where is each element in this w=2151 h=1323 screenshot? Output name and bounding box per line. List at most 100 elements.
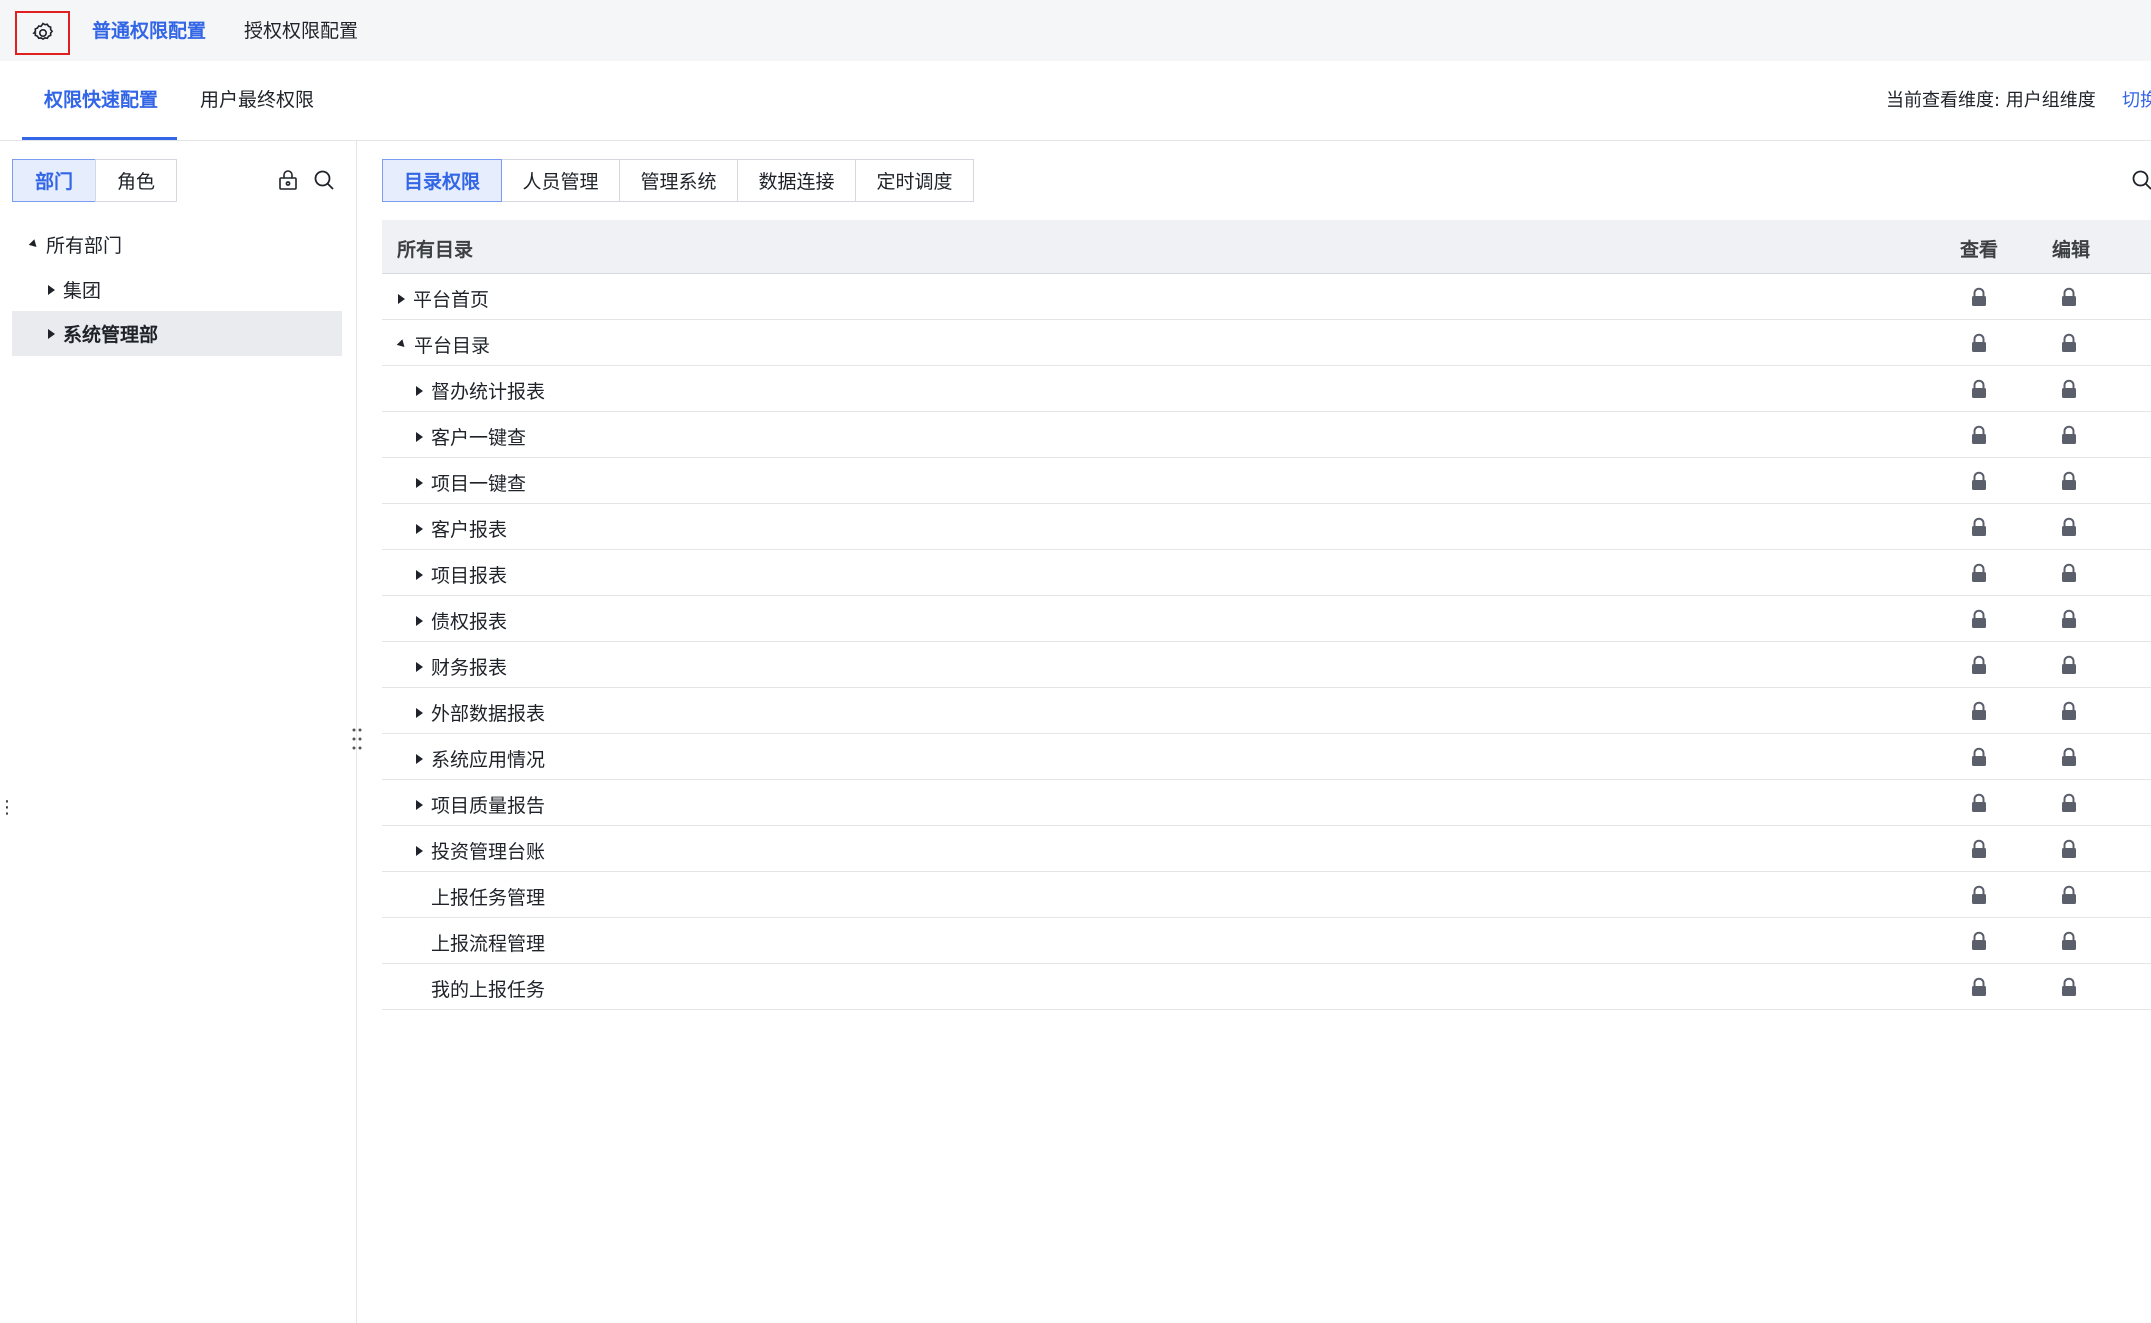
tab-personnel-management[interactable]: 人员管理	[502, 159, 620, 202]
table-row[interactable]: 系统应用情况	[382, 734, 2151, 780]
search-icon[interactable]	[2130, 168, 2151, 192]
edit-lock-icon[interactable]	[2060, 379, 2078, 399]
view-lock-icon[interactable]	[1970, 471, 1988, 491]
expand-arrow-icon[interactable]	[416, 753, 423, 764]
collapse-arrow-icon[interactable]	[396, 339, 408, 350]
table-row[interactable]: 投资管理台账	[382, 826, 2151, 872]
expand-arrow-icon[interactable]	[416, 661, 423, 672]
view-lock-icon[interactable]	[1970, 839, 1988, 859]
view-lock-icon[interactable]	[1970, 333, 1988, 353]
view-lock-icon[interactable]	[1970, 655, 1988, 675]
segment-role[interactable]: 角色	[95, 159, 177, 202]
tab-scheduled-task[interactable]: 定时调度	[856, 159, 974, 202]
directory-name-cell: 我的上报任务	[416, 975, 545, 1002]
sub-nav-bar: 权限快速配置 用户最终权限 当前查看维度: 用户组维度 切换	[0, 61, 2151, 141]
tab-label: 目录权限	[403, 171, 480, 193]
view-lock-icon[interactable]	[1970, 425, 1988, 445]
table-row[interactable]: 债权报表	[382, 596, 2151, 642]
edit-lock-icon[interactable]	[2060, 931, 2078, 951]
edit-lock-icon[interactable]	[2060, 425, 2078, 445]
edit-lock-icon[interactable]	[2060, 287, 2078, 307]
expand-arrow-icon[interactable]	[416, 523, 423, 534]
expand-arrow-icon[interactable]	[48, 328, 55, 339]
view-lock-icon[interactable]	[1970, 287, 1988, 307]
expand-arrow-icon[interactable]	[416, 707, 423, 718]
table-row[interactable]: 客户一键查	[382, 412, 2151, 458]
expand-arrow-icon[interactable]	[416, 799, 423, 810]
tab-user-final-permission[interactable]: 用户最终权限	[200, 88, 314, 112]
table-row[interactable]: 我的上报任务	[382, 964, 2151, 1010]
view-lock-icon[interactable]	[1970, 885, 1988, 905]
expand-arrow-icon[interactable]	[416, 615, 423, 626]
tab-normal-permission-config[interactable]: 普通权限配置	[92, 19, 206, 43]
expand-arrow-icon[interactable]	[416, 569, 423, 580]
tab-management-system[interactable]: 管理系统	[620, 159, 738, 202]
view-lock-icon[interactable]	[1970, 793, 1988, 813]
tab-data-connection[interactable]: 数据连接	[738, 159, 856, 202]
table-row[interactable]: 平台目录	[382, 320, 2151, 366]
edit-lock-icon[interactable]	[2060, 747, 2078, 767]
collapse-arrow-icon[interactable]	[28, 239, 40, 250]
edit-lock-icon[interactable]	[2060, 793, 2078, 813]
view-lock-icon[interactable]	[1970, 379, 1988, 399]
edit-lock-icon[interactable]	[2060, 471, 2078, 491]
directory-name-cell: 上报任务管理	[416, 883, 545, 910]
view-lock-icon[interactable]	[1970, 747, 1988, 767]
view-lock-icon[interactable]	[1970, 517, 1988, 537]
segment-department[interactable]: 部门	[12, 159, 96, 202]
table-row[interactable]: 上报流程管理	[382, 918, 2151, 964]
table-row[interactable]: 上报任务管理	[382, 872, 2151, 918]
view-lock-icon[interactable]	[1970, 977, 1988, 997]
directory-label: 平台首页	[413, 289, 490, 311]
directory-name-cell: 项目报表	[416, 561, 507, 588]
tree-node-all-departments[interactable]: 所有部门	[12, 222, 342, 267]
expand-arrow-icon[interactable]	[416, 845, 423, 856]
directory-name-cell: 财务报表	[416, 653, 507, 680]
expand-arrow-icon[interactable]	[416, 385, 423, 396]
expand-arrow-icon[interactable]	[48, 284, 55, 295]
left-edge-drag-handle[interactable]: ⋮	[0, 797, 16, 818]
directory-label: 上报流程管理	[431, 933, 546, 955]
table-row[interactable]: 平台首页	[382, 274, 2151, 320]
view-lock-icon[interactable]	[1970, 563, 1988, 583]
tab-authorization-permission-config[interactable]: 授权权限配置	[244, 19, 358, 43]
edit-lock-icon[interactable]	[2060, 885, 2078, 905]
search-icon[interactable]	[312, 168, 336, 192]
edit-lock-icon[interactable]	[2060, 977, 2078, 997]
expand-arrow-icon[interactable]	[416, 431, 423, 442]
current-dimension-label: 当前查看维度: 用户组维度	[1886, 90, 2096, 111]
tab-quick-permission-config[interactable]: 权限快速配置	[44, 88, 158, 112]
column-header-view: 查看	[1960, 239, 1999, 261]
settings-button[interactable]	[15, 11, 70, 55]
directory-label: 平台目录	[414, 335, 491, 357]
edit-lock-icon[interactable]	[2060, 333, 2078, 353]
directory-label: 投资管理台账	[431, 841, 546, 863]
table-row[interactable]: 客户报表	[382, 504, 2151, 550]
directory-label: 系统应用情况	[431, 749, 546, 771]
tree-node-system-management-dept[interactable]: 系统管理部	[12, 311, 342, 356]
directory-name-cell: 债权报表	[416, 607, 507, 634]
table-row[interactable]: 督办统计报表	[382, 366, 2151, 412]
edit-lock-icon[interactable]	[2060, 839, 2078, 859]
table-row[interactable]: 外部数据报表	[382, 688, 2151, 734]
table-row[interactable]: 项目一键查	[382, 458, 2151, 504]
lock-settings-icon[interactable]	[276, 168, 300, 192]
switch-dimension-link[interactable]: 切换	[2122, 89, 2151, 113]
tree-node-group[interactable]: 集团	[12, 267, 342, 312]
table-row[interactable]: 财务报表	[382, 642, 2151, 688]
edit-lock-icon[interactable]	[2060, 609, 2078, 629]
expand-arrow-icon[interactable]	[398, 293, 405, 304]
directory-label: 督办统计报表	[431, 381, 546, 403]
tab-directory-permission[interactable]: 目录权限	[382, 159, 502, 202]
view-lock-icon[interactable]	[1970, 609, 1988, 629]
edit-lock-icon[interactable]	[2060, 517, 2078, 537]
view-lock-icon[interactable]	[1970, 701, 1988, 721]
table-row[interactable]: 项目报表	[382, 550, 2151, 596]
panel-resize-handle-icon[interactable]	[350, 726, 364, 752]
edit-lock-icon[interactable]	[2060, 563, 2078, 583]
view-lock-icon[interactable]	[1970, 931, 1988, 951]
edit-lock-icon[interactable]	[2060, 701, 2078, 721]
expand-arrow-icon[interactable]	[416, 477, 423, 488]
table-row[interactable]: 项目质量报告	[382, 780, 2151, 826]
edit-lock-icon[interactable]	[2060, 655, 2078, 675]
